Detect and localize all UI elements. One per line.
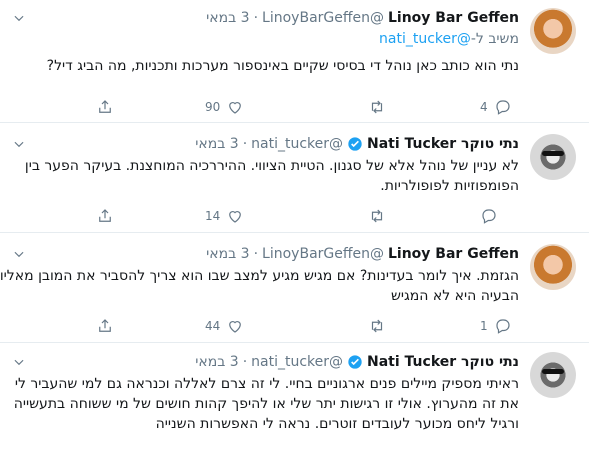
share-icon <box>99 319 111 332</box>
share-button[interactable] <box>96 206 114 226</box>
retweet-icon <box>371 319 383 333</box>
author-name[interactable]: Linoy Bar Geffen <box>388 244 519 264</box>
tweet-text: הגזמת. איך לומר בעדינות? אם מגיש מגיע למ… <box>0 268 519 304</box>
tweet-header: נתי טוקר Nati Tucker @nati_tucker · 3 במ… <box>195 134 519 154</box>
chevron-down-icon[interactable] <box>12 247 26 261</box>
author-handle[interactable]: @LinoyBarGeffen <box>262 8 384 28</box>
tweet-date[interactable]: 3 במאי <box>206 244 249 264</box>
tweet-header: Linoy Bar Geffen @LinoyBarGeffen · 3 במא… <box>206 244 519 264</box>
reply-count: 4 <box>480 100 488 114</box>
author-name[interactable]: נתי טוקר Nati Tucker <box>367 352 519 372</box>
share-icon <box>99 209 111 222</box>
share-button[interactable] <box>96 97 114 117</box>
reply-button[interactable] <box>480 206 498 226</box>
like-count: 90 <box>205 100 221 114</box>
chevron-down-icon[interactable] <box>12 11 26 25</box>
tweet-text: לא עניין של נוהל אלא של סגנון. הטיית הצי… <box>24 158 519 194</box>
tweet-date[interactable]: 3 במאי <box>206 8 249 28</box>
verified-badge-icon <box>348 355 362 369</box>
tweet-actions: 14 <box>0 206 589 226</box>
share-icon <box>99 100 111 113</box>
avatar[interactable] <box>530 8 576 54</box>
reply-icon <box>496 319 510 334</box>
heart-icon <box>229 102 242 114</box>
like-button[interactable]: 44 <box>205 316 244 336</box>
separator-dot: · <box>253 10 259 26</box>
tweet-header: נתי טוקר Nati Tucker @nati_tucker · 3 במ… <box>195 352 519 372</box>
retweet-icon <box>371 100 383 114</box>
tweet-text: ראיתי מספיק מיילים פנים ארגוניים בחיי. ל… <box>13 376 519 432</box>
author-handle[interactable]: @nati_tucker <box>251 134 343 154</box>
like-button[interactable]: 90 <box>205 97 244 117</box>
reply-prefix: משיב ל- <box>470 31 519 47</box>
separator-dot: · <box>253 246 259 262</box>
divider <box>0 342 589 343</box>
tweet-header: Linoy Bar Geffen @LinoyBarGeffen · 3 במא… <box>206 8 519 28</box>
reply-icon <box>496 100 510 115</box>
retweet-button[interactable] <box>368 206 386 226</box>
tweet-4[interactable]: נתי טוקר Nati Tucker @nati_tucker · 3 במ… <box>0 352 589 455</box>
tweet-date[interactable]: 3 במאי <box>195 134 238 154</box>
reply-icon <box>482 209 496 224</box>
avatar[interactable] <box>530 244 576 290</box>
author-name[interactable]: Linoy Bar Geffen <box>388 8 519 28</box>
avatar[interactable] <box>530 134 576 180</box>
tweet-date[interactable]: 3 במאי <box>195 352 238 372</box>
author-name[interactable]: נתי טוקר Nati Tucker <box>367 134 519 154</box>
reply-context: משיב ל-@nati_tucker <box>379 31 519 47</box>
reply-count: 1 <box>480 319 488 333</box>
reply-button[interactable]: 4 <box>480 97 512 117</box>
avatar[interactable] <box>530 352 576 398</box>
tweet-actions: 1 44 <box>0 316 589 336</box>
reply-button[interactable]: 1 <box>480 316 512 336</box>
like-button[interactable]: 14 <box>205 206 244 226</box>
chevron-down-icon[interactable] <box>12 137 26 151</box>
tweet-text: נתי הוא כותב כאן נוהל די בסיסי שקיים באי… <box>46 58 519 74</box>
retweet-button[interactable] <box>368 316 386 336</box>
retweet-icon <box>371 209 383 223</box>
author-handle[interactable]: @nati_tucker <box>251 352 343 372</box>
retweet-button[interactable] <box>368 97 386 117</box>
like-count: 14 <box>205 209 221 223</box>
tweet-actions: 4 90 <box>0 97 589 117</box>
like-count: 44 <box>205 319 221 333</box>
divider <box>0 122 589 123</box>
verified-badge-icon <box>348 137 362 151</box>
author-handle[interactable]: @LinoyBarGeffen <box>262 244 384 264</box>
divider <box>0 232 589 233</box>
share-button[interactable] <box>96 316 114 336</box>
separator-dot: · <box>242 136 248 152</box>
separator-dot: · <box>242 354 248 370</box>
heart-icon <box>229 211 242 223</box>
chevron-down-icon[interactable] <box>12 355 26 369</box>
heart-icon <box>229 321 242 333</box>
reply-mention-link[interactable]: @nati_tucker <box>379 31 471 47</box>
